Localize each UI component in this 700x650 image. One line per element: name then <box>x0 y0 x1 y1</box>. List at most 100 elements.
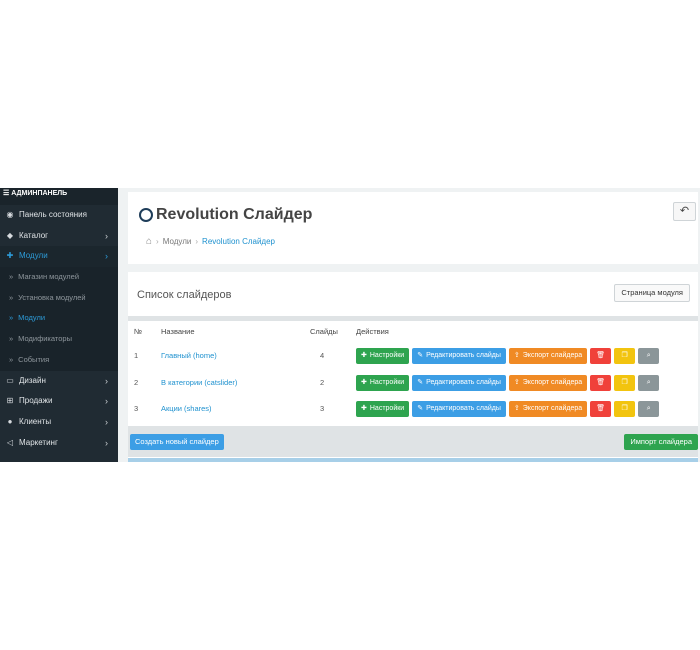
search-icon: ⌕ <box>646 405 651 412</box>
preview-button[interactable]: ⌕ <box>638 348 660 364</box>
copy-button[interactable]: ❐ <box>614 401 636 417</box>
sidebar-item-design[interactable]: ▭ Дизайн › <box>0 371 118 392</box>
puzzle-icon: ✚ <box>6 251 14 261</box>
sidebar-subitem-module-store[interactable]: » Магазин модулей <box>0 267 118 288</box>
edit-slides-button[interactable]: ✎ Редактировать слайды <box>412 348 506 364</box>
sidebar-item-modules[interactable]: ✚ Модули › <box>0 246 118 268</box>
sidebar-item-label: Каталог <box>19 230 49 240</box>
slider-name-link[interactable]: Акции (shares) <box>161 396 212 423</box>
row-actions: ✚ Настройки ✎ Редактировать слайды ⇪ Экспор… <box>356 374 660 391</box>
panel-footer: Создать новый слайдер Импорт слайдера <box>128 426 698 457</box>
sidebar-subitem-events[interactable]: » События <box>0 349 118 371</box>
admin-viewport: ☰ АДМИНПАНЕЛЬ ◉ Панель состояния ◆ Катал… <box>0 188 700 462</box>
sidebar-subitem-label: События <box>18 354 50 364</box>
search-icon: ⌕ <box>646 378 651 386</box>
delete-button[interactable]: 🗑 <box>590 374 612 391</box>
export-slider-button[interactable]: ⇪ Экспорт слайдера <box>508 401 588 417</box>
sidebar-subitem-module-install[interactable]: » Установка модулей <box>0 287 118 309</box>
slider-name-link[interactable]: В категории (catslider) <box>161 370 237 397</box>
settings-button-label: Настройки <box>369 352 405 359</box>
settings-button[interactable]: ✚ Настройки <box>356 401 410 417</box>
row-number: 1 <box>134 351 139 360</box>
preview-button[interactable]: ⌕ <box>638 374 660 391</box>
sidebar-item-label: Модули <box>19 251 48 261</box>
breadcrumb: ⌂ › Модули › Revolution Слайдер <box>146 236 275 247</box>
settings-button-label: Настройки <box>369 405 405 412</box>
export-slider-button[interactable]: ⇪ Экспорт слайдера <box>508 374 588 391</box>
settings-button-label: Настройки <box>369 378 405 386</box>
sidebar-item-label: Клиенты <box>19 416 52 426</box>
sidebar-subitem-modifiers[interactable]: » Модификаторы <box>0 329 118 350</box>
table-header-row: № Название Слайды Действия <box>128 321 698 343</box>
reply-icon: ↶ <box>679 205 690 217</box>
row-number: 3 <box>134 404 139 413</box>
sidebar-item-label: Панель состояния <box>19 210 87 219</box>
trash-icon: 🗑 <box>596 378 606 386</box>
export-slider-button-label: Экспорт слайдера <box>522 405 583 412</box>
module-page-button[interactable]: Страница модуля <box>614 284 690 302</box>
row-actions: ✚ Настройки ✎ Редактировать слайды ⇪ Экспор… <box>356 401 660 417</box>
breadcrumb-separator: › <box>195 237 199 246</box>
slider-name-link[interactable]: Главный (home) <box>161 343 217 370</box>
edit-slides-button-label: Редактировать слайды <box>426 405 501 412</box>
export-slider-button[interactable]: ⇪ Экспорт слайдера <box>508 348 588 364</box>
sidebar-item-customers[interactable]: ● Клиенты › <box>0 412 118 433</box>
main-content: Revolution Слайдер ⌂ › Модули › Revoluti… <box>118 188 700 462</box>
search-icon: ⌕ <box>646 352 651 359</box>
slides-count: 3 <box>320 404 325 413</box>
home-icon[interactable]: ⌂ <box>146 236 152 247</box>
sidebar-subitem-label: Установка модулей <box>18 292 86 302</box>
preview-button[interactable]: ⌕ <box>638 401 660 417</box>
bullet-icon: » <box>9 292 14 302</box>
delete-button[interactable]: 🗑 <box>590 401 612 417</box>
sidebar-item-label: Дизайн <box>19 375 46 385</box>
page-title: Revolution Слайдер <box>139 206 312 224</box>
sidebar-item-catalog[interactable]: ◆ Каталог › <box>0 226 118 247</box>
edit-slides-button-label: Редактировать слайды <box>426 378 501 386</box>
page-header: Revolution Слайдер ⌂ › Модули › Revoluti… <box>128 192 698 264</box>
sidebar-item-dashboard[interactable]: ◉ Панель состояния <box>0 205 118 226</box>
revolution-logo-icon <box>139 208 153 222</box>
menu-icon[interactable]: ☰ <box>3 190 9 197</box>
column-header-name: Название <box>161 327 195 336</box>
sidebar-subitem-label: Модули <box>18 313 46 323</box>
settings-button[interactable]: ✚ Настройки <box>356 374 410 391</box>
trash-icon: 🗑 <box>596 352 606 359</box>
sidebar: ☰ АДМИНПАНЕЛЬ ◉ Панель состояния ◆ Катал… <box>0 188 118 462</box>
sidebar-subitem-modules[interactable]: » Модули <box>0 308 118 330</box>
copy-icon: ❐ <box>621 352 628 359</box>
create-slider-button[interactable]: Создать новый слайдер <box>130 434 224 450</box>
edit-slides-button-label: Редактировать слайды <box>426 352 501 359</box>
breadcrumb-item-current[interactable]: Revolution Слайдер <box>202 237 275 246</box>
sidebar-item-sales[interactable]: ⊞ Продажи › <box>0 391 118 412</box>
column-header-num: № <box>134 327 143 336</box>
slides-count: 4 <box>320 351 325 360</box>
column-header-slides: Слайды <box>310 327 338 336</box>
gear-icon: ✚ <box>361 378 367 386</box>
back-button[interactable]: ↶ <box>673 202 696 221</box>
table-row: 2 В категории (catslider) 2 ✚ Настройки ✎… <box>128 370 698 397</box>
copy-button[interactable]: ❐ <box>614 374 636 391</box>
copy-button[interactable]: ❐ <box>614 348 636 364</box>
pencil-icon: ✎ <box>417 378 424 386</box>
sidebar-subitem-label: Модификаторы <box>18 334 72 344</box>
delete-button[interactable]: 🗑 <box>590 348 612 364</box>
table-row: 1 Главный (home) 4 ✚ Настройки ✎ Редактиро… <box>128 343 698 370</box>
chevron-right-icon: › <box>105 251 108 262</box>
pencil-icon: ✎ <box>417 405 424 412</box>
settings-button[interactable]: ✚ Настройки <box>356 348 410 364</box>
import-slider-button[interactable]: Импорт слайдера <box>624 434 698 450</box>
gear-icon: ✚ <box>361 352 367 359</box>
edit-slides-button[interactable]: ✎ Редактировать слайды <box>412 401 506 417</box>
sidebar-item-marketing[interactable]: ◁ Маркетинг › <box>0 433 118 454</box>
breadcrumb-item-modules[interactable]: Модули <box>163 237 192 246</box>
sidebar-subitem-label: Магазин модулей <box>18 272 80 282</box>
sidebar-header[interactable]: ☰ АДМИНПАНЕЛЬ <box>0 188 118 205</box>
bullet-icon: » <box>9 272 14 282</box>
table-row: 3 Акции (shares) 3 ✚ Настройки ✎ Редактиро… <box>128 396 698 423</box>
page-title-text: Revolution Слайдер <box>156 206 313 223</box>
breadcrumb-separator: › <box>156 237 159 246</box>
column-header-actions: Действия <box>356 327 389 336</box>
panel-bottom-bar <box>128 458 698 462</box>
edit-slides-button[interactable]: ✎ Редактировать слайды <box>412 374 506 391</box>
